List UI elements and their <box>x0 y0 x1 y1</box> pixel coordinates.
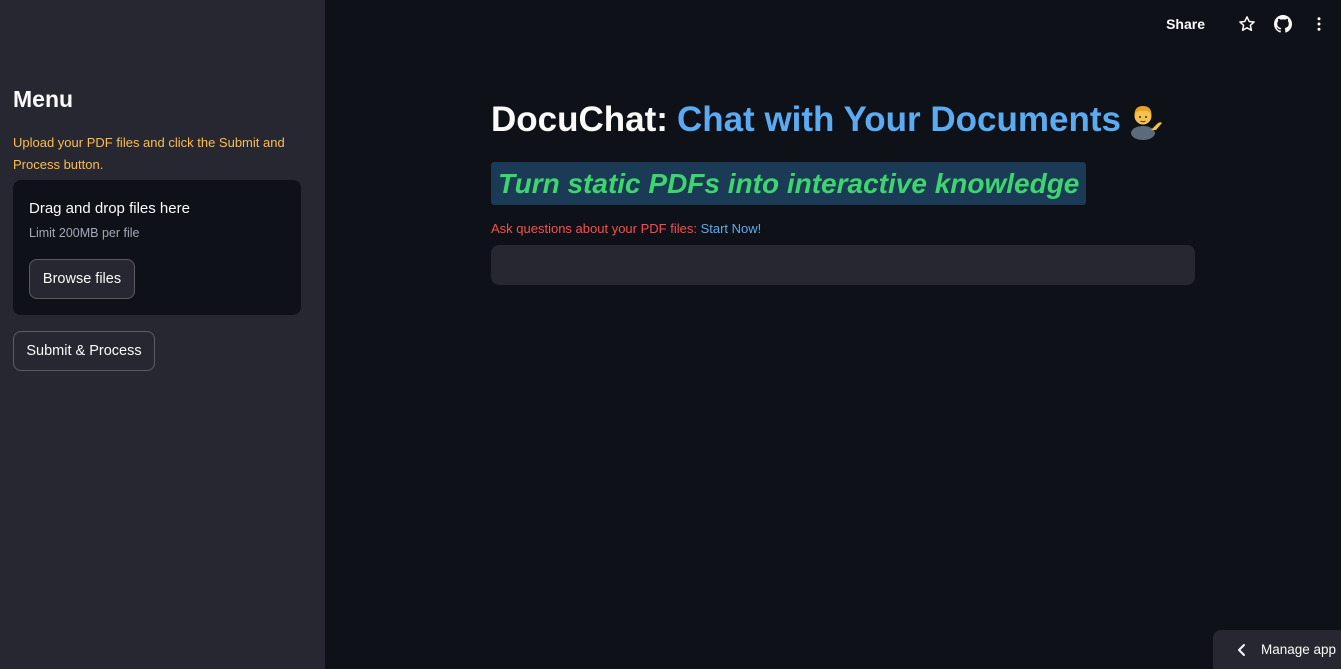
manage-app-label: Manage app <box>1261 642 1337 657</box>
page-title: DocuChat: Chat with Your Documents <box>491 100 1167 140</box>
chevron-left-icon <box>1237 643 1247 657</box>
sidebar: Menu Upload your PDF files and click the… <box>0 0 325 669</box>
header-toolbar: Share <box>1166 0 1341 48</box>
share-button[interactable]: Share <box>1166 16 1205 32</box>
page-subtitle: Turn static PDFs into interactive knowle… <box>491 162 1087 205</box>
sidebar-instructions: Upload your PDF files and click the Subm… <box>13 135 285 172</box>
question-input[interactable] <box>491 245 1195 285</box>
submit-process-button[interactable]: Submit & Process <box>13 331 155 371</box>
manage-app-button[interactable]: Manage app <box>1213 630 1341 669</box>
question-prompt-text: Ask questions about your PDF files: <box>491 221 697 236</box>
star-icon[interactable] <box>1237 14 1257 34</box>
github-icon[interactable] <box>1273 14 1293 34</box>
page-title-accent: Chat with Your Documents <box>676 100 1121 139</box>
start-now-link: Start Now! <box>700 221 762 236</box>
dropzone-title: Drag and drop files here <box>29 200 190 217</box>
more-vertical-icon[interactable] <box>1309 14 1329 34</box>
page-title-prefix: DocuChat: <box>491 100 668 139</box>
app-root: Menu Upload your PDF files and click the… <box>0 0 1341 669</box>
dropzone-limit: Limit 200MB per file <box>29 226 140 240</box>
sidebar-title: Menu <box>13 86 74 112</box>
question-prompt-label: Ask questions about your PDF files: Star… <box>491 221 761 236</box>
browse-files-button[interactable]: Browse files <box>29 259 135 299</box>
person-tipping-hand-icon <box>1127 100 1167 140</box>
file-dropzone[interactable]: Drag and drop files here Limit 200MB per… <box>13 180 301 315</box>
